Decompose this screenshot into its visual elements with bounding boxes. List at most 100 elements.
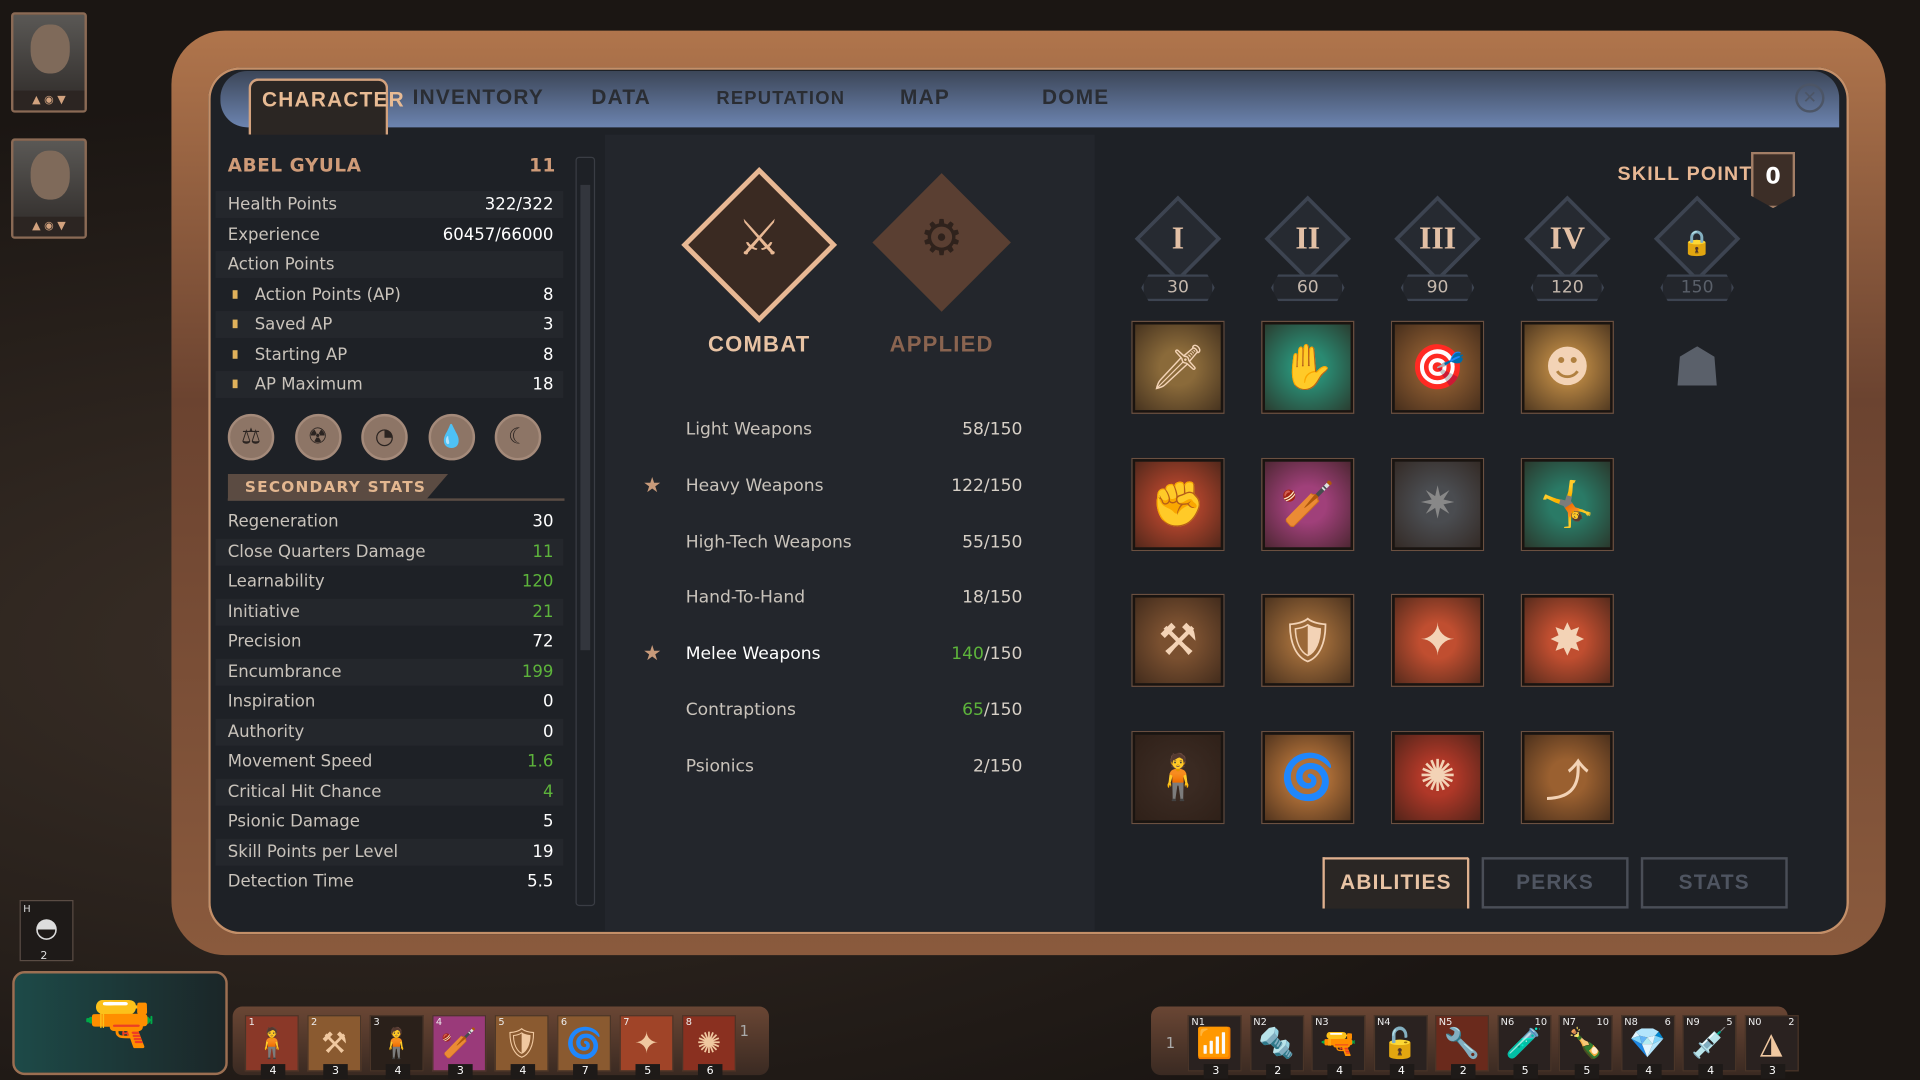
trap-icon: ◮ xyxy=(1759,1026,1783,1061)
stats-scrollbar[interactable] xyxy=(575,156,596,907)
tab-stats[interactable]: STATS xyxy=(1640,857,1788,909)
skill-current: 140 xyxy=(951,644,984,664)
slot-ap-cost: 5 xyxy=(1574,1064,1600,1079)
blade-grab-icon[interactable]: ✋ xyxy=(1262,322,1354,413)
stat-label: Regeneration xyxy=(227,511,339,532)
item-slot-N5[interactable]: N5 🔧 2 xyxy=(1435,1015,1489,1079)
portrait-1[interactable]: ▲ ◉ ▼ xyxy=(11,12,87,113)
tier-cost: 150 xyxy=(1660,274,1734,302)
stealth-item-slot[interactable]: H ◓ 2 xyxy=(19,900,74,962)
slot-ap-cost: 4 xyxy=(1327,1064,1352,1079)
slot-key: 3 xyxy=(373,1016,380,1028)
portrait-controls[interactable]: ▲ ◉ ▼ xyxy=(13,216,85,237)
lunge-icon[interactable]: ⤴ xyxy=(1522,731,1613,823)
ability-slot-4[interactable]: 4 🏏 3 xyxy=(432,1015,487,1079)
bald-brute-icon[interactable]: ☻ xyxy=(1522,322,1613,413)
skill-current: 18 xyxy=(962,588,984,608)
stat-label: Health Points xyxy=(228,191,337,218)
skill-max: /150 xyxy=(983,756,1023,777)
slot-key: 7 xyxy=(623,1016,630,1028)
skill-row-light-weapons[interactable]: Light Weapons 58/150 xyxy=(643,416,1035,443)
stat-label: Learnability xyxy=(227,571,325,592)
skill-row-psionics[interactable]: Psionics 2/150 xyxy=(643,753,1035,780)
broken-shield-icon[interactable]: 🛡 xyxy=(1262,595,1354,686)
skill-row-high-tech-weapons[interactable]: High-Tech Weapons 55/150 xyxy=(643,528,1035,555)
tab-map[interactable]: MAP xyxy=(900,86,950,110)
skill-name: High-Tech Weapons xyxy=(685,532,852,552)
item-slot-N0[interactable]: N0 2 ◮ 3 xyxy=(1744,1015,1799,1079)
mace-stance-icon[interactable]: ⚒ xyxy=(1132,595,1224,686)
slot-key: N8 xyxy=(1624,1016,1638,1028)
ability-slot-3[interactable]: 3 🧍 4 xyxy=(369,1015,424,1079)
shatter-icon[interactable]: ✸ xyxy=(1522,595,1613,686)
skill-row-melee-weapons[interactable]: ★ Melee Weapons 140/150 xyxy=(643,641,1035,668)
spinning-strike-icon[interactable]: 🗡 xyxy=(1132,322,1224,413)
skill-current: 2 xyxy=(973,756,984,777)
tier-4: IV 120 xyxy=(1522,195,1613,302)
stat-value: 60457/66000 xyxy=(442,224,554,245)
shove-icon[interactable]: ✊ xyxy=(1132,458,1224,550)
hotbar-right-page[interactable]: 1 xyxy=(1166,1035,1175,1052)
wrench-icon: 🔧 xyxy=(1443,1026,1481,1061)
portrait-2[interactable]: ▲ ◉ ▼ xyxy=(11,138,87,239)
bullet-icon xyxy=(232,349,238,359)
tab-perks[interactable]: PERKS xyxy=(1481,857,1629,909)
slot-ap-cost: 6 xyxy=(697,1064,723,1079)
active-weapon-slot[interactable]: 🔫 xyxy=(12,971,228,1076)
item-slot-N9[interactable]: N9 5 💉 4 xyxy=(1682,1015,1737,1079)
tab-data[interactable]: DATA xyxy=(591,86,651,110)
whirlwind-icon[interactable]: 🌀 xyxy=(1262,731,1354,823)
slot-ap-cost: 5 xyxy=(635,1064,661,1079)
close-icon[interactable]: ✕ xyxy=(1795,83,1825,113)
ability-slot-5[interactable]: 5 🛡 4 xyxy=(494,1015,549,1079)
item-slot-N7[interactable]: N7 10 🍾 5 xyxy=(1558,1015,1613,1079)
stat-row: Saved AP 3 xyxy=(215,311,564,338)
flexing-brute-icon[interactable]: ☗ xyxy=(1652,322,1743,413)
item-slot-N1[interactable]: N1 📶 3 xyxy=(1187,1015,1242,1079)
goggles-character-icon xyxy=(30,24,70,74)
skill-row-hand-to-hand[interactable]: Hand-To-Hand 18/150 xyxy=(643,585,1035,612)
ability-slot-1[interactable]: 1 🧍 4 xyxy=(244,1015,299,1079)
ability-slot-7[interactable]: 7 ✦ 5 xyxy=(619,1015,674,1079)
tab-reputation[interactable]: REPUTATION xyxy=(716,88,845,109)
item-slot-N2[interactable]: N2 🔩 2 xyxy=(1249,1015,1304,1079)
tab-abilities[interactable]: ABILITIES xyxy=(1322,857,1470,909)
tab-inventory[interactable]: INVENTORY xyxy=(413,86,544,110)
stat-name: Action Points xyxy=(227,254,335,275)
scroll-thumb[interactable] xyxy=(580,184,591,651)
item-slot-N4[interactable]: N4 🔓 4 xyxy=(1373,1015,1428,1079)
slot-ap-cost: 4 xyxy=(1636,1064,1662,1079)
item-slot-N6[interactable]: N6 10 🧪 5 xyxy=(1496,1015,1551,1079)
stat-label: Psionic Damage xyxy=(227,811,360,832)
hotbar-left-page[interactable]: 1 xyxy=(740,1022,749,1039)
club-raise-icon[interactable]: 🏏 xyxy=(1262,458,1354,550)
category-applied[interactable]: APPLIED xyxy=(844,332,1040,358)
ability-slot-6[interactable]: 6 🌀 7 xyxy=(557,1015,612,1079)
portrait-controls[interactable]: ▲ ◉ ▼ xyxy=(13,90,85,111)
spiked-mace-icon[interactable]: ✷ xyxy=(1392,458,1483,550)
hunched-figure-icon[interactable]: 🧍 xyxy=(1132,731,1224,823)
tab-dome[interactable]: DOME xyxy=(1042,86,1109,110)
applied-tools-icon: ⚙ xyxy=(919,210,964,267)
skill-row-contraptions[interactable]: Contraptions 65/150 xyxy=(643,697,1035,724)
dazed-icon[interactable]: ✺ xyxy=(1392,731,1483,823)
leaping-strike-icon[interactable]: 🤸 xyxy=(1522,458,1613,550)
slot-key: 4 xyxy=(435,1016,443,1028)
item-slot-N8[interactable]: N8 6 💎 4 xyxy=(1620,1015,1675,1079)
stat-value: 120 xyxy=(521,571,554,592)
stat-label: Starting AP xyxy=(228,341,347,368)
stat-value: 21 xyxy=(532,601,554,622)
slot-key: N3 xyxy=(1315,1016,1329,1028)
item-slot-N3[interactable]: N3 🔫 4 xyxy=(1311,1015,1366,1079)
brawl-icon[interactable]: ✦ xyxy=(1392,595,1483,686)
ability-slot-2[interactable]: 2 ⚒ 3 xyxy=(307,1015,362,1079)
category-combat[interactable]: COMBAT xyxy=(661,332,857,358)
tab-character[interactable]: CHARACTER xyxy=(248,78,404,135)
aimed-stab-icon[interactable]: 🎯 xyxy=(1392,322,1483,413)
slot-quantity: 10 xyxy=(1534,1016,1548,1028)
skill-row-heavy-weapons[interactable]: ★ Heavy Weapons 122/150 xyxy=(643,472,1035,499)
ability-slot-8[interactable]: 8 ✺ 6 xyxy=(682,1015,736,1079)
tier-1: I 30 xyxy=(1133,195,1224,302)
combat-weapons-icon: ⚔ xyxy=(737,210,782,267)
skill-points-label: SKILL POINTS xyxy=(1617,164,1767,185)
